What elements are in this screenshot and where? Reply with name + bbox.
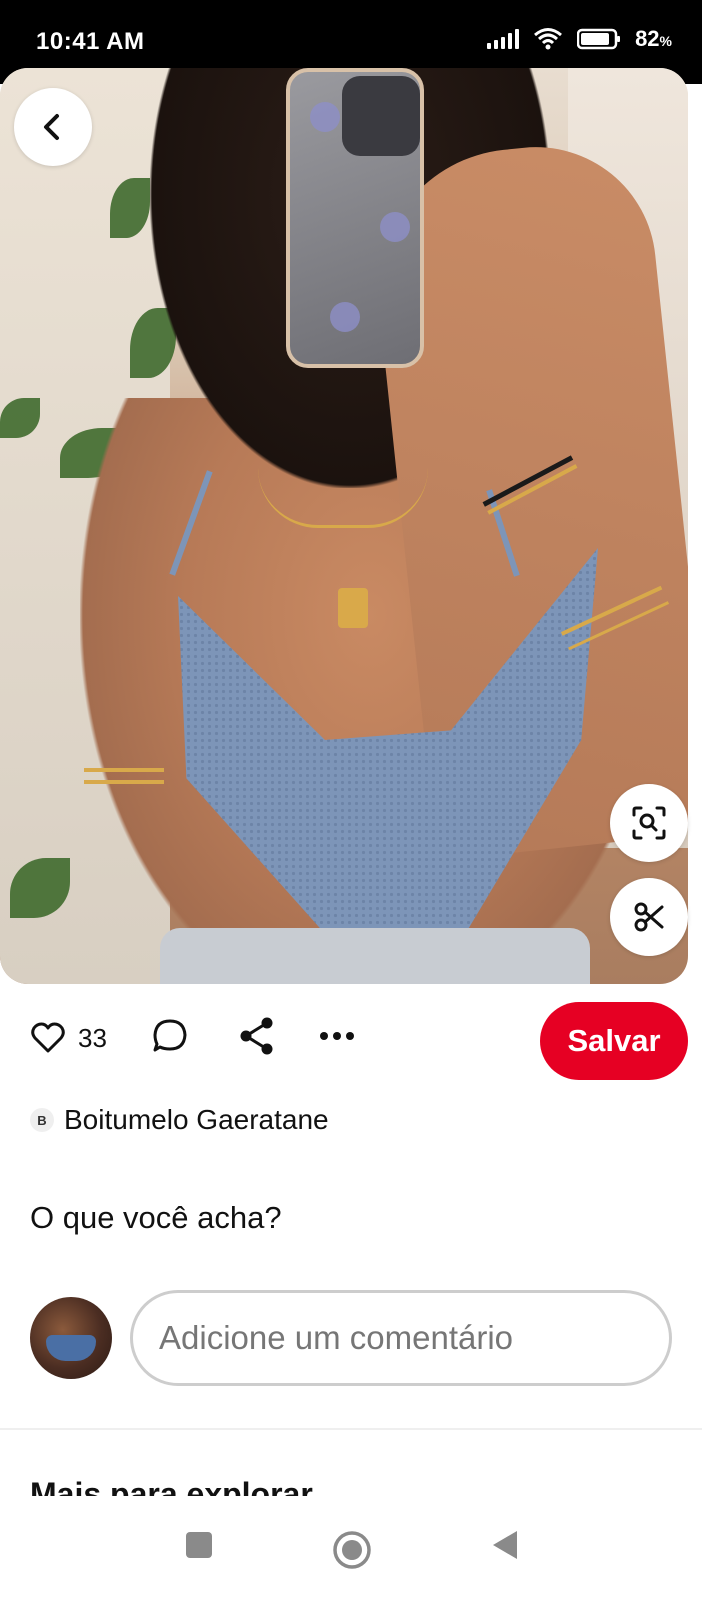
visual-search-icon [632, 806, 666, 840]
signal-icon [487, 29, 520, 49]
back-button[interactable] [14, 88, 92, 166]
battery-icon [577, 28, 621, 50]
armband [84, 768, 164, 784]
recents-button[interactable] [184, 1530, 214, 1560]
more-icon [320, 1032, 354, 1040]
home-button[interactable] [332, 1530, 372, 1570]
phone-in-mirror [286, 68, 424, 368]
comment-input[interactable] [130, 1290, 672, 1386]
author-info[interactable]: B Boitumelo Gaeratane [30, 1104, 329, 1136]
home-circle-icon [333, 1531, 371, 1569]
more-to-explore-title: Mais para explorar [30, 1476, 313, 1496]
author-avatar: B [30, 1108, 54, 1132]
nav-back-button[interactable] [490, 1530, 520, 1560]
heart-icon [31, 1022, 65, 1053]
save-button[interactable]: Salvar [540, 1002, 688, 1080]
wifi-icon [534, 28, 563, 50]
visual-search-button[interactable] [610, 784, 688, 862]
back-triangle-icon [493, 1531, 517, 1559]
avatar[interactable] [30, 1297, 112, 1379]
phone-case-flower [380, 212, 410, 242]
phone-case-flower [330, 302, 360, 332]
system-nav-bar [0, 1500, 702, 1600]
pin-image[interactable] [0, 68, 688, 984]
comment-row [30, 1290, 672, 1386]
comments-title: O que você acha? [30, 1200, 282, 1235]
status-icons: 82% [487, 26, 672, 52]
like-button[interactable]: 33 [30, 1018, 107, 1058]
divider [0, 1428, 702, 1430]
jeans [160, 928, 590, 984]
phone-camera [342, 76, 420, 156]
back-arrow-icon [44, 114, 59, 140]
share-icon [240, 1017, 273, 1055]
scissors-icon [634, 902, 664, 932]
pendant [338, 588, 368, 628]
phone-case-flower [310, 102, 340, 132]
battery-percent: 82% [635, 26, 672, 51]
recents-square-icon [186, 1532, 212, 1558]
status-time: 10:41 AM [36, 28, 145, 55]
like-count: 33 [78, 1022, 107, 1053]
action-row: 33 Salvar [0, 1002, 702, 1082]
share-button[interactable] [238, 1016, 276, 1056]
author-name[interactable]: Boitumelo Gaeratane [64, 1104, 329, 1136]
comment-icon [153, 1019, 187, 1052]
more-options-button[interactable] [318, 1018, 356, 1054]
cutout-button[interactable] [610, 878, 688, 956]
comment-button[interactable] [152, 1018, 188, 1054]
